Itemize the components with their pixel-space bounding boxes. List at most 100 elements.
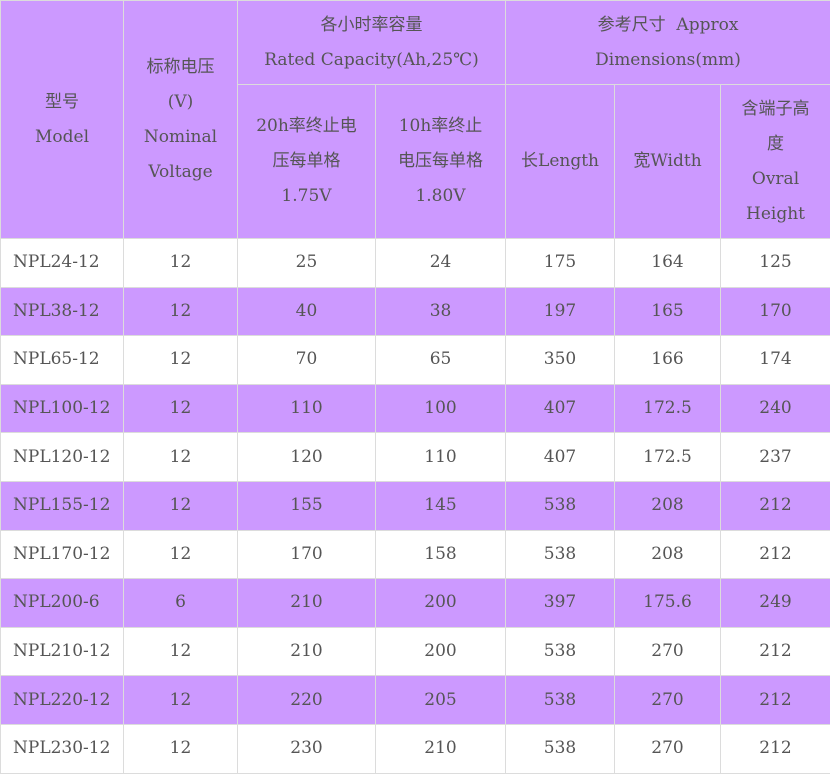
header-cap-20h-line-3: 1.75V <box>281 186 332 206</box>
cell-cap-20h: 25 <box>237 238 376 288</box>
cell-height: 212 <box>720 480 830 531</box>
cell-length: 538 <box>505 529 616 580</box>
header-dimensions-line-2: Dimensions(mm) <box>595 49 741 70</box>
table-row: NPL220-12 12 220 205 538 270 212 <box>0 675 830 725</box>
header-height-line-4: Height <box>746 203 806 224</box>
table-row: NPL210-12 12 210 200 538 270 212 <box>0 626 830 677</box>
table-row: NPL100-12 12 110 100 407 172.5 240 <box>0 383 830 434</box>
table-row: NPL38-12 12 40 38 197 165 170 <box>0 286 830 337</box>
cell-cap-20h: 230 <box>237 723 376 774</box>
header-model-cn: 型号 <box>45 91 79 112</box>
cell-cap-10h: 65 <box>374 335 507 385</box>
cell-height: 212 <box>720 723 830 774</box>
table-row: NPL65-12 12 70 65 350 166 174 <box>0 335 830 385</box>
cell-length: 350 <box>505 335 616 385</box>
cell-width: 208 <box>614 529 722 580</box>
header-dimensions-line-1: 参考尺寸 Approx <box>597 14 739 35</box>
header-voltage-unit: (V) <box>167 91 194 112</box>
header-length-label: 长Length <box>521 151 599 171</box>
table-row: NPL155-12 12 155 145 538 208 212 <box>0 480 830 531</box>
cell-cap-20h: 70 <box>237 335 376 385</box>
cell-cap-20h: 210 <box>237 578 376 628</box>
cell-cap-20h: 120 <box>237 432 376 482</box>
cell-cap-20h: 155 <box>237 480 376 531</box>
cell-width: 175.6 <box>614 578 722 628</box>
cell-width: 208 <box>614 480 722 531</box>
table-row: NPL24-12 12 25 24 175 164 125 <box>0 238 830 288</box>
table-row: NPL120-12 12 120 110 407 172.5 237 <box>0 432 830 482</box>
header-model: 型号 Model <box>0 0 124 239</box>
table-row: NPL200-6 6 210 200 397 175.6 249 <box>0 578 830 628</box>
cell-model: NPL120-12 <box>0 432 124 482</box>
cell-length: 538 <box>505 480 616 531</box>
header-capacity-en: Rated Capacity(Ah,25℃) <box>264 49 479 70</box>
cell-height: 174 <box>720 335 830 385</box>
header-model-en: Model <box>34 126 90 147</box>
cell-height: 240 <box>720 383 830 434</box>
cell-length: 538 <box>505 626 616 677</box>
header-dimensions: 参考尺寸 Approx Dimensions(mm) <box>505 0 830 85</box>
header-voltage-en-2: Voltage <box>148 161 213 182</box>
cell-length: 407 <box>505 383 616 434</box>
cell-height: 125 <box>720 238 830 288</box>
cell-voltage: 12 <box>123 238 238 288</box>
cell-cap-20h: 110 <box>237 383 376 434</box>
cell-cap-20h: 40 <box>237 286 376 337</box>
cell-voltage: 12 <box>123 480 238 531</box>
cell-voltage: 12 <box>123 626 238 677</box>
cell-voltage: 12 <box>123 529 238 580</box>
cell-cap-10h: 100 <box>374 383 507 434</box>
cell-voltage: 12 <box>123 723 238 774</box>
cell-cap-10h: 110 <box>374 432 507 482</box>
cell-width: 172.5 <box>614 432 722 482</box>
cell-model: NPL24-12 <box>0 238 124 288</box>
cell-height: 212 <box>720 529 830 580</box>
header-height-line-2: 度 <box>767 133 785 154</box>
cell-height: 249 <box>720 578 830 628</box>
cell-length: 538 <box>505 675 616 725</box>
header-length: 长Length <box>505 84 616 239</box>
cell-model: NPL38-12 <box>0 286 124 337</box>
header-capacity-cn: 各小时率容量 <box>320 14 423 35</box>
cell-model: NPL100-12 <box>0 383 124 434</box>
cell-height: 237 <box>720 432 830 482</box>
cell-cap-10h: 205 <box>374 675 507 725</box>
cell-voltage: 12 <box>123 335 238 385</box>
header-voltage-en-1: Nominal <box>143 126 218 147</box>
cell-cap-20h: 220 <box>237 675 376 725</box>
header-width: 宽Width <box>614 84 722 239</box>
table-row: NPL170-12 12 170 158 538 208 212 <box>0 529 830 580</box>
header-width-label: 宽Width <box>633 151 702 171</box>
header-cap-10h: 10h率终止 电压每单格 1.80V <box>374 84 507 239</box>
cell-width: 164 <box>614 238 722 288</box>
cell-width: 166 <box>614 335 722 385</box>
header-height-line-3: Ovral <box>751 168 800 189</box>
cell-width: 270 <box>614 675 722 725</box>
header-height: 含端子高 度 Ovral Height <box>720 84 830 239</box>
cell-model: NPL155-12 <box>0 480 124 531</box>
cell-model: NPL210-12 <box>0 626 124 677</box>
cell-voltage: 6 <box>123 578 238 628</box>
header-voltage: 标称电压 (V) Nominal Voltage <box>123 0 238 239</box>
cell-length: 538 <box>505 723 616 774</box>
cell-model: NPL200-6 <box>0 578 124 628</box>
cell-model: NPL230-12 <box>0 723 124 774</box>
cell-cap-20h: 170 <box>237 529 376 580</box>
cell-width: 270 <box>614 723 722 774</box>
cell-width: 172.5 <box>614 383 722 434</box>
cell-voltage: 12 <box>123 675 238 725</box>
header-height-line-1: 含端子高 <box>741 98 810 119</box>
cell-cap-10h: 145 <box>374 480 507 531</box>
cell-length: 397 <box>505 578 616 628</box>
cell-width: 165 <box>614 286 722 337</box>
cell-cap-10h: 38 <box>374 286 507 337</box>
cell-cap-20h: 210 <box>237 626 376 677</box>
header-cap-20h-line-2: 压每单格 <box>272 151 341 171</box>
cell-length: 407 <box>505 432 616 482</box>
cell-voltage: 12 <box>123 383 238 434</box>
cell-height: 170 <box>720 286 830 337</box>
cell-cap-10h: 200 <box>374 578 507 628</box>
cell-model: NPL65-12 <box>0 335 124 385</box>
cell-voltage: 12 <box>123 286 238 337</box>
cell-cap-10h: 24 <box>374 238 507 288</box>
